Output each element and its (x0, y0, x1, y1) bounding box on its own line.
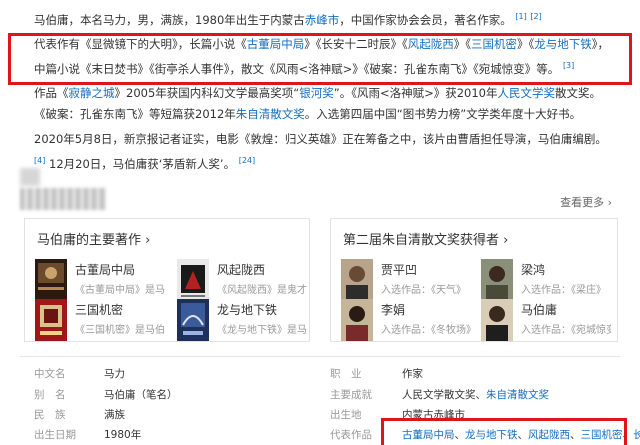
info-row: 民 族 满族 出生地 内蒙古赤峰市 (0, 407, 640, 429)
info-label: 职 业 (330, 368, 362, 380)
awards-text: 作品《 (34, 86, 69, 100)
section-header: 查看更多 › (20, 168, 620, 214)
main-works-title[interactable]: 马伯庸的主要著作 › (37, 229, 150, 248)
info-row: 中文名 马力 职 业 作家 (0, 366, 640, 388)
work-link-gudong[interactable]: 古董局中局 (247, 37, 305, 51)
item-desc: 《古董局中局》是马 (75, 285, 165, 296)
portrait-icon (341, 259, 373, 301)
portrait-icon (481, 259, 513, 301)
info-label: 中文名 (34, 368, 66, 380)
item-desc: 入选作品：《宛城惊变》 (521, 325, 611, 336)
item-name: 古董局中局 (75, 263, 136, 277)
rep-work-link[interactable]: 三国机密 (581, 429, 623, 441)
book-cover-icon (35, 299, 67, 341)
awards-paragraph: 作品《寂静之城》2005年获国内科幻文学最高奖项“银河奖”。《风雨<洛神赋>》获… (34, 83, 616, 125)
reference-24[interactable]: [24] (239, 156, 255, 165)
award-link-zhuziqing[interactable]: 朱自清散文奖 (236, 107, 305, 121)
item-desc: 入选作品：《天气》 (381, 285, 466, 296)
awards-text: 。入选第四届中国“图书势力榜”文学类年度十大好书。 (304, 107, 582, 121)
info-value: 1980年 (104, 429, 142, 441)
portrait-icon (481, 299, 513, 341)
chifeng-link[interactable]: 赤峰市 (305, 13, 340, 27)
section-title-blurred (20, 188, 106, 210)
item-name: 李娟 (381, 303, 406, 317)
info-label: 出生地 (330, 409, 362, 421)
item-desc: 《风起陇西》是鬼才 (217, 285, 307, 296)
main-works-card: 马伯庸的主要著作 › 古董局中局 《古董局中局》是马 风起陇西 《风起陇西》是鬼… (24, 218, 310, 342)
achievement-link[interactable]: 朱自清散文奖 (486, 389, 549, 401)
rep-work-link[interactable]: 风起陇西 (528, 429, 570, 441)
info-row: 出生日期 1980年 代表作品 古董局中局、龙与地下铁、风起陇西、三国机密、长 (0, 427, 640, 445)
work-link-long[interactable]: 龙与地下铁 (534, 37, 592, 51)
works-text: 》《长安十二时辰》《 (304, 37, 408, 51)
award-winners-card: 第二届朱自清散文奖获得者 › 贾平凹 入选作品：《天气》 梁鸿 入选作品：《梁庄… (330, 218, 618, 342)
info-value: 作家 (402, 368, 423, 380)
reference-3[interactable]: [3] (563, 61, 574, 70)
list-item[interactable]: 三国机密 《三国机密》是马伯 (35, 299, 165, 343)
info-label: 别 名 (34, 389, 66, 401)
list-item[interactable]: 李娟 入选作品：《冬牧场》 (341, 299, 471, 343)
book-cover-icon (35, 259, 67, 301)
info-label: 主要成就 (330, 389, 372, 401)
awards-text: 》2005年获国内科幻文学最高奖项“ (114, 86, 300, 100)
work-link-sanguo[interactable]: 三国机密 (471, 37, 517, 51)
item-name: 马伯庸 (521, 303, 558, 317)
info-label: 出生日期 (34, 429, 76, 441)
item-name: 三国机密 (75, 303, 124, 317)
info-value: 人民文学散文奖、朱自清散文奖 (402, 387, 549, 402)
list-item[interactable]: 古董局中局 《古董局中局》是马 (35, 259, 165, 303)
item-desc: 入选作品：《梁庄》 (521, 285, 606, 296)
rep-work-link[interactable]: 古董局中局 (402, 429, 455, 441)
item-desc: 入选作品：《冬牧场》 (381, 325, 471, 336)
reference-2[interactable]: [2] (530, 12, 541, 21)
info-value: 内蒙古赤峰市 (402, 409, 465, 421)
item-desc: 《三国机密》是马伯 (75, 325, 165, 336)
achievement-text: 人民文学散文奖、 (402, 389, 486, 401)
award-link-renmin[interactable]: 人民文学奖 (497, 86, 555, 100)
divider (20, 356, 620, 357)
rep-work-link[interactable]: 龙与地下铁 (465, 429, 518, 441)
intro-paragraph: 马伯庸，本名马力，男，满族，1980年出生于内蒙古赤峰市，中国作家协会会员，著名… (34, 6, 616, 31)
book-cover-icon (177, 259, 209, 301)
intro-text: 马伯庸，本名马力，男，满族，1980年出生于内蒙古 (34, 12, 305, 27)
works-text: 》《 (453, 37, 471, 51)
list-item[interactable]: 马伯庸 入选作品：《宛城惊变》 (481, 299, 611, 343)
info-label: 代表作品 (330, 429, 372, 441)
list-item[interactable]: 梁鸿 入选作品：《梁庄》 (481, 259, 609, 303)
work-link-jijing[interactable]: 寂静之城 (69, 86, 115, 100)
info-value: 马伯庸（笔名） (104, 389, 178, 401)
blurred-watermark (20, 168, 40, 186)
works-paragraph: 代表作有《显微镜下的大明》，长篇小说《古董局中局》《长安十二时辰》《风起陇西》《… (34, 34, 618, 80)
works-text: 》《 (517, 37, 535, 51)
award-winners-title[interactable]: 第二届朱自清散文奖获得者 › (343, 229, 508, 248)
award-link-yinhe[interactable]: 银河奖 (299, 86, 334, 100)
news-text: 2020年5月8日，新京报记者证实，电影《敦煌：归义英雄》正在筹备之中，该片由曹… (34, 132, 607, 146)
info-row: 别 名 马伯庸（笔名） 主要成就 人民文学散文奖、朱自清散文奖 (0, 387, 640, 409)
reference-1[interactable]: [1] (515, 12, 526, 21)
info-value: 马力 (104, 368, 125, 380)
works-text: 代表作有《显微镜下的大明》，长篇小说《 (34, 37, 247, 51)
item-desc: 《龙与地下铁》是马 (217, 325, 307, 336)
work-link-fengqi[interactable]: 风起陇西 (408, 37, 454, 51)
item-name: 梁鸿 (521, 263, 546, 277)
news-paragraph: 2020年5月8日，新京报记者证实，电影《敦煌：归义英雄》正在筹备之中，该片由曹… (34, 129, 616, 175)
portrait-icon (341, 299, 373, 341)
info-label: 民 族 (34, 409, 66, 421)
item-name: 龙与地下铁 (217, 303, 278, 317)
reference-4[interactable]: [4] (34, 156, 45, 165)
awards-text: ”。《风雨<洛神赋>》获2010年 (333, 86, 498, 100)
list-item[interactable]: 风起陇西 《风起陇西》是鬼才 (177, 259, 307, 303)
intro-text-rest: ，中国作家协会会员，著名作家。 (339, 12, 512, 27)
rep-work-link[interactable]: 长 (633, 429, 640, 441)
news-text: 12月20日，马伯庸获‘茅盾新人奖’。 (49, 156, 236, 171)
info-value: 古董局中局、龙与地下铁、风起陇西、三国机密、长 (402, 427, 640, 442)
book-cover-icon (177, 299, 209, 341)
item-name: 贾平凹 (381, 263, 418, 277)
item-name: 风起陇西 (217, 263, 266, 277)
info-value: 满族 (104, 409, 125, 421)
see-more-link[interactable]: 查看更多 › (560, 194, 612, 210)
list-item[interactable]: 贾平凹 入选作品：《天气》 (341, 259, 469, 303)
list-item[interactable]: 龙与地下铁 《龙与地下铁》是马 (177, 299, 307, 343)
